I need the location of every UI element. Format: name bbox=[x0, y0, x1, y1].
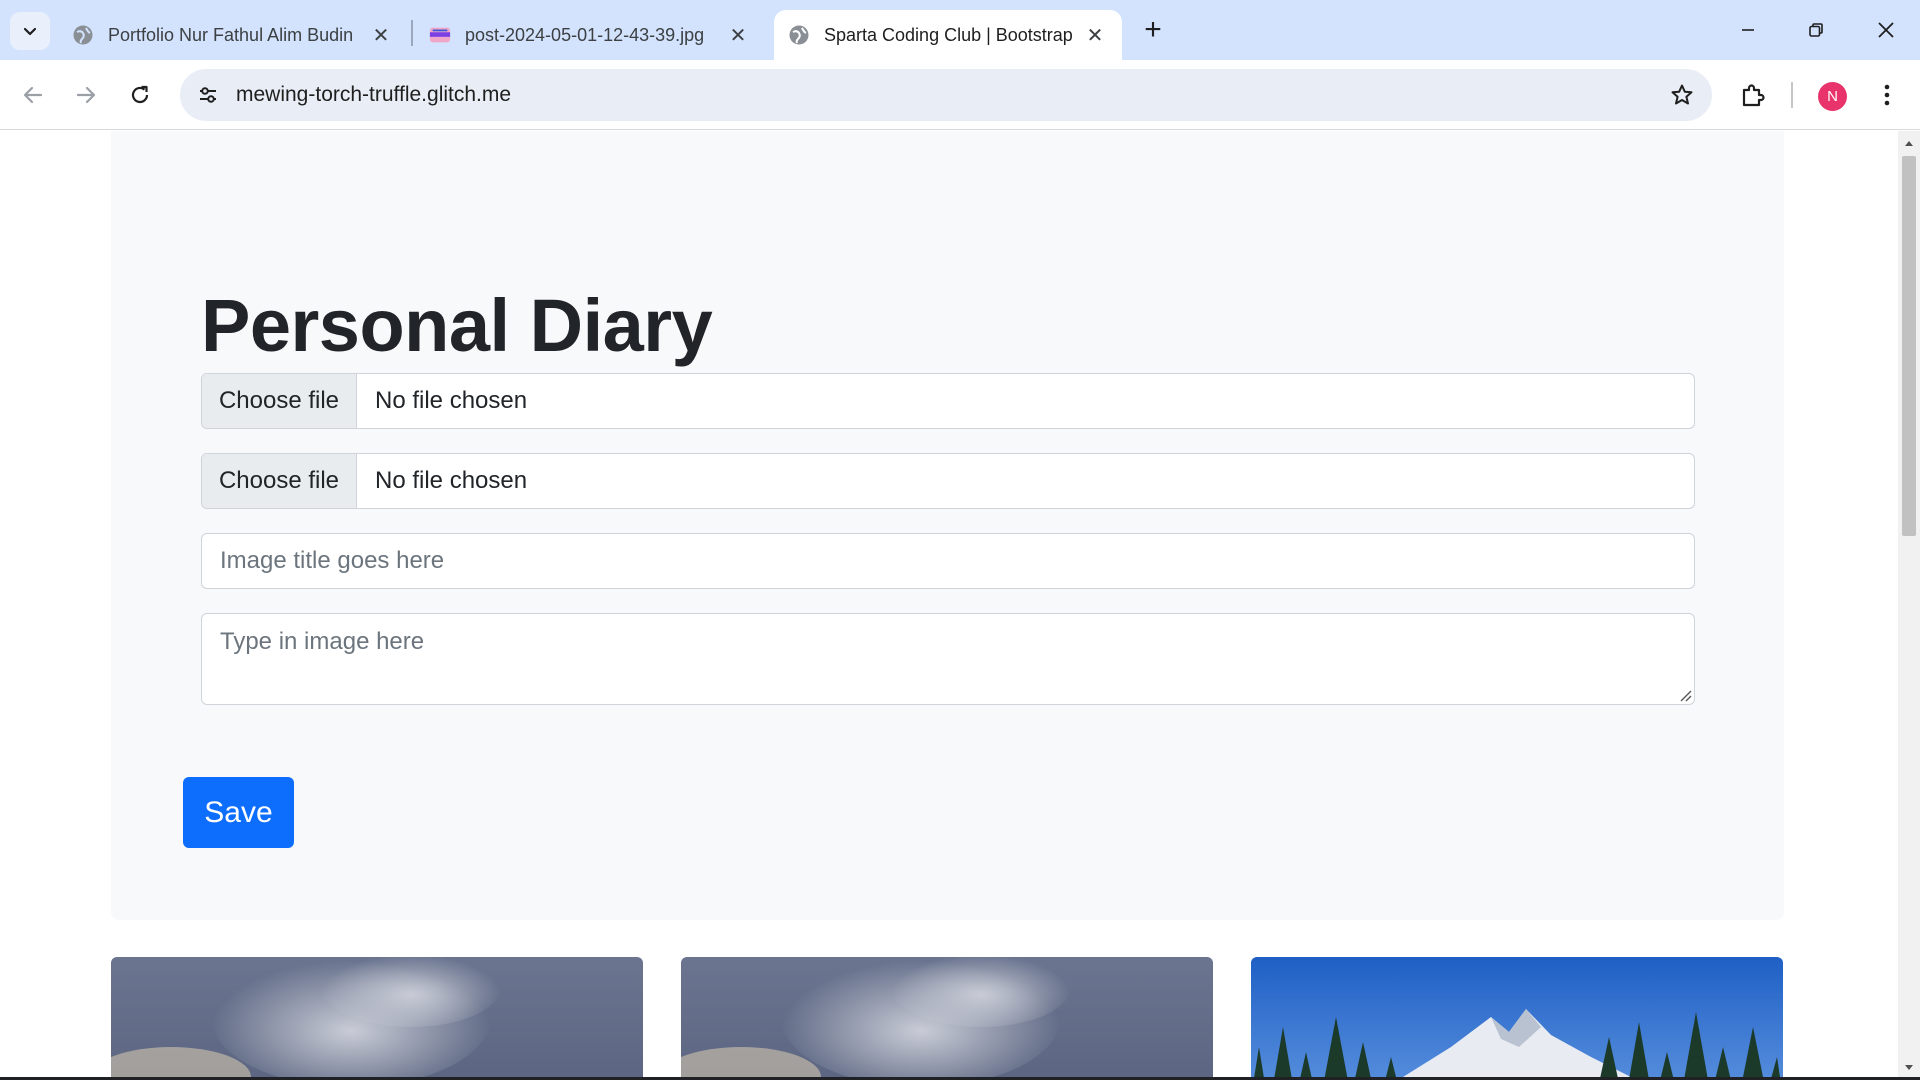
close-window-button[interactable] bbox=[1852, 0, 1920, 60]
scrollbar-thumb[interactable] bbox=[1902, 156, 1916, 536]
scroll-up-arrow-icon[interactable] bbox=[1898, 133, 1920, 153]
minimize-button[interactable] bbox=[1714, 0, 1782, 60]
close-icon[interactable]: ✕ bbox=[1082, 22, 1108, 48]
title-placeholder: Image title goes here bbox=[220, 547, 445, 574]
bookmark-star-icon[interactable] bbox=[1666, 79, 1698, 111]
tab-image[interactable]: post-2024-05-01-12-43-39.jpg ✕ bbox=[415, 10, 765, 60]
more-vertical-icon bbox=[1884, 84, 1890, 106]
tab-title: post-2024-05-01-12-43-39.jpg bbox=[465, 24, 705, 45]
file-status-text: No file chosen bbox=[375, 387, 528, 414]
reload-button[interactable] bbox=[120, 75, 160, 115]
choose-file-button[interactable]: Choose file bbox=[202, 454, 357, 508]
second-file-input[interactable]: Choose file No file chosen bbox=[201, 453, 1695, 509]
close-icon[interactable]: ✕ bbox=[725, 22, 751, 48]
tab-strip: Portfolio Nur Fathul Alim Budin ✕ post-2… bbox=[0, 0, 1920, 60]
cloudy-sky-photo bbox=[681, 957, 1213, 1080]
diary-card[interactable] bbox=[681, 957, 1213, 1080]
image-file-input[interactable]: Choose file No file chosen bbox=[201, 373, 1695, 429]
arrow-right-icon bbox=[76, 86, 96, 104]
menu-button[interactable] bbox=[1867, 75, 1907, 115]
arrow-left-icon bbox=[23, 86, 43, 104]
diary-card[interactable] bbox=[1251, 957, 1783, 1080]
tab-title: Portfolio Nur Fathul Alim Budin bbox=[108, 24, 354, 45]
tab-sparta-coding-club[interactable]: Sparta Coding Club | Bootstrap ✕ bbox=[774, 10, 1122, 60]
tab-search-button[interactable] bbox=[10, 12, 50, 50]
address-bar[interactable]: mewing-torch-truffle.glitch.me bbox=[180, 69, 1712, 121]
resize-handle-icon[interactable] bbox=[1678, 688, 1692, 702]
toolbar-divider bbox=[1791, 82, 1793, 108]
image-title-input[interactable]: Image title goes here bbox=[201, 533, 1695, 589]
restore-icon bbox=[1809, 23, 1823, 37]
choose-file-button[interactable]: Choose file bbox=[202, 374, 357, 428]
diary-card[interactable] bbox=[111, 957, 643, 1080]
page-title: Personal Diary bbox=[201, 284, 713, 367]
restore-button[interactable] bbox=[1782, 0, 1850, 60]
profile-avatar[interactable]: N bbox=[1818, 82, 1847, 111]
save-button[interactable]: Save bbox=[183, 777, 294, 848]
site-info-icon[interactable] bbox=[190, 77, 226, 113]
back-button[interactable] bbox=[13, 75, 53, 115]
diary-form-panel: Personal Diary Choose file No file chose… bbox=[111, 131, 1784, 920]
image-thumbnail-icon bbox=[429, 24, 451, 46]
image-content-textarea[interactable]: Type in image here bbox=[201, 613, 1695, 705]
globe-icon bbox=[788, 24, 810, 46]
globe-icon bbox=[72, 24, 94, 46]
puzzle-icon bbox=[1742, 84, 1765, 107]
snowy-mountain-forest-photo bbox=[1251, 957, 1783, 1080]
cloudy-sky-photo bbox=[111, 957, 643, 1080]
content-placeholder: Type in image here bbox=[220, 628, 425, 655]
new-tab-button[interactable]: + bbox=[1137, 13, 1169, 46]
browser-toolbar: mewing-torch-truffle.glitch.me N bbox=[0, 60, 1920, 130]
close-icon bbox=[1878, 22, 1894, 38]
tab-title: Sparta Coding Club | Bootstrap bbox=[824, 24, 1072, 45]
minimize-icon bbox=[1742, 29, 1754, 31]
forward-button[interactable] bbox=[66, 75, 106, 115]
vertical-scrollbar[interactable] bbox=[1898, 131, 1920, 1080]
file-status-text: No file chosen bbox=[375, 467, 528, 494]
scroll-down-arrow-icon[interactable] bbox=[1898, 1058, 1920, 1078]
chevron-down-icon bbox=[23, 27, 37, 36]
reload-icon bbox=[131, 85, 149, 104]
url-text[interactable]: mewing-torch-truffle.glitch.me bbox=[236, 83, 511, 107]
page-viewport: Personal Diary Choose file No file chose… bbox=[0, 131, 1898, 1080]
tab-separator bbox=[411, 20, 413, 46]
close-icon[interactable]: ✕ bbox=[368, 22, 394, 48]
tab-portfolio[interactable]: Portfolio Nur Fathul Alim Budin ✕ bbox=[58, 10, 408, 60]
extensions-button[interactable] bbox=[1733, 75, 1773, 115]
